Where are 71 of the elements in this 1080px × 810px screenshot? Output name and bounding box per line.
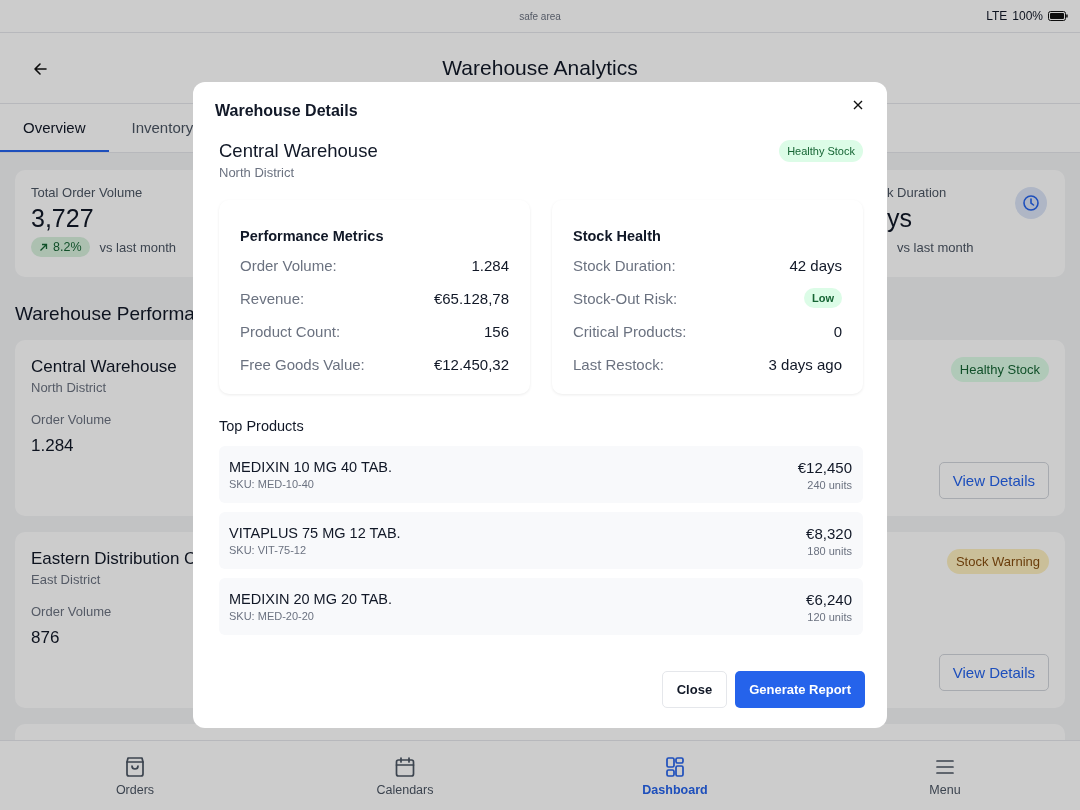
metric-label: Order Volume:	[240, 256, 337, 274]
product-name: MEDIXIN 20 MG 20 TAB.	[229, 591, 393, 607]
product-units: 120 units	[807, 610, 852, 623]
page-title: Warehouse Analytics	[442, 56, 638, 80]
product-amount: €8,320	[806, 524, 852, 542]
district-text: East District	[31, 572, 102, 587]
metric-value: 1.284	[31, 436, 75, 456]
panel-title: Stock Health	[573, 228, 662, 244]
product-amount: €6,240	[806, 590, 852, 608]
network-label: LTE	[986, 9, 1008, 23]
warehouse-name: Central Warehouse	[31, 357, 177, 377]
nav-item[interactable]: Orders	[0, 741, 270, 810]
product-units: 180 units	[807, 544, 852, 557]
status-badge: Healthy Stock	[950, 357, 1049, 382]
product-sku: SKU: MED-10-40	[229, 478, 315, 490]
district-text: North District	[219, 165, 296, 180]
stat-label: Total Order Volume	[31, 185, 144, 200]
metric-value: 42 days	[789, 256, 842, 274]
view-details-button[interactable]: View Details	[938, 654, 1049, 691]
metric-value: 1.284	[471, 256, 509, 274]
nav-item[interactable]: Dashboard	[540, 741, 810, 810]
shopping-bag-icon	[123, 754, 147, 779]
view-details-button[interactable]: View Details	[938, 462, 1049, 499]
stat-value: 3,727	[31, 204, 95, 233]
clock-icon	[1015, 187, 1047, 219]
metric-label: Order Volume	[31, 604, 113, 619]
product-units: 240 units	[807, 478, 852, 491]
product-sku: SKU: VIT-75-12	[229, 544, 308, 556]
district-text: North District	[31, 380, 108, 395]
metric-value: 156	[483, 322, 509, 340]
change-badge: 8.2%	[31, 237, 90, 257]
close-icon[interactable]	[851, 98, 865, 112]
metric-label: Stock-Out Risk:	[573, 289, 678, 307]
metric-value: 876	[31, 628, 61, 648]
comparison-text: vs last month	[896, 240, 975, 255]
nav-item[interactable]: Calendars	[270, 741, 540, 810]
metric-label: Free Goods Value:	[240, 355, 365, 373]
dashboard-icon	[663, 754, 687, 779]
metric-label: Product Count:	[240, 322, 341, 340]
product-sku: SKU: MED-20-20	[229, 610, 315, 622]
metric-value: 0	[833, 322, 842, 340]
status-label: safe area	[519, 10, 561, 22]
panel-title: Performance Metrics	[240, 228, 385, 244]
comparison-text: vs last month	[99, 239, 177, 255]
status-badge: Stock Warning	[946, 549, 1049, 574]
section-title: Warehouse Performa	[15, 303, 196, 325]
metric-label: Last Restock:	[573, 355, 664, 373]
risk-badge: Low	[804, 288, 842, 308]
modal-title: Warehouse Details	[215, 102, 358, 120]
metric-label: Stock Duration:	[573, 256, 676, 274]
calendar-icon	[393, 754, 417, 779]
stat-value: ys	[887, 204, 913, 233]
metric-label: Critical Products:	[573, 322, 687, 340]
metric-label: Order Volume	[31, 412, 113, 427]
section-title: Top Products	[219, 418, 305, 434]
status-badge: Healthy Stock	[779, 140, 863, 162]
warehouse-name: Central Warehouse	[219, 140, 378, 162]
battery-icon	[1048, 11, 1068, 21]
close-button[interactable]: Close	[661, 671, 728, 708]
metric-value: 3 days ago	[768, 355, 842, 373]
product-name: VITAPLUS 75 MG 12 TAB.	[229, 525, 401, 541]
battery-label: 100%	[1012, 9, 1043, 23]
product-name: MEDIXIN 10 MG 40 TAB.	[229, 459, 393, 475]
product-amount: €12,450	[797, 458, 852, 476]
stat-label: k Duration	[887, 185, 948, 200]
metric-value: €65.128,78	[433, 289, 509, 307]
tab[interactable]: Overview	[0, 104, 109, 152]
nav-item[interactable]: Menu	[810, 741, 1080, 810]
metric-value: €12.450,32	[433, 355, 509, 373]
metric-label: Revenue:	[240, 289, 305, 307]
generate-report-button[interactable]: Generate Report	[735, 671, 865, 708]
